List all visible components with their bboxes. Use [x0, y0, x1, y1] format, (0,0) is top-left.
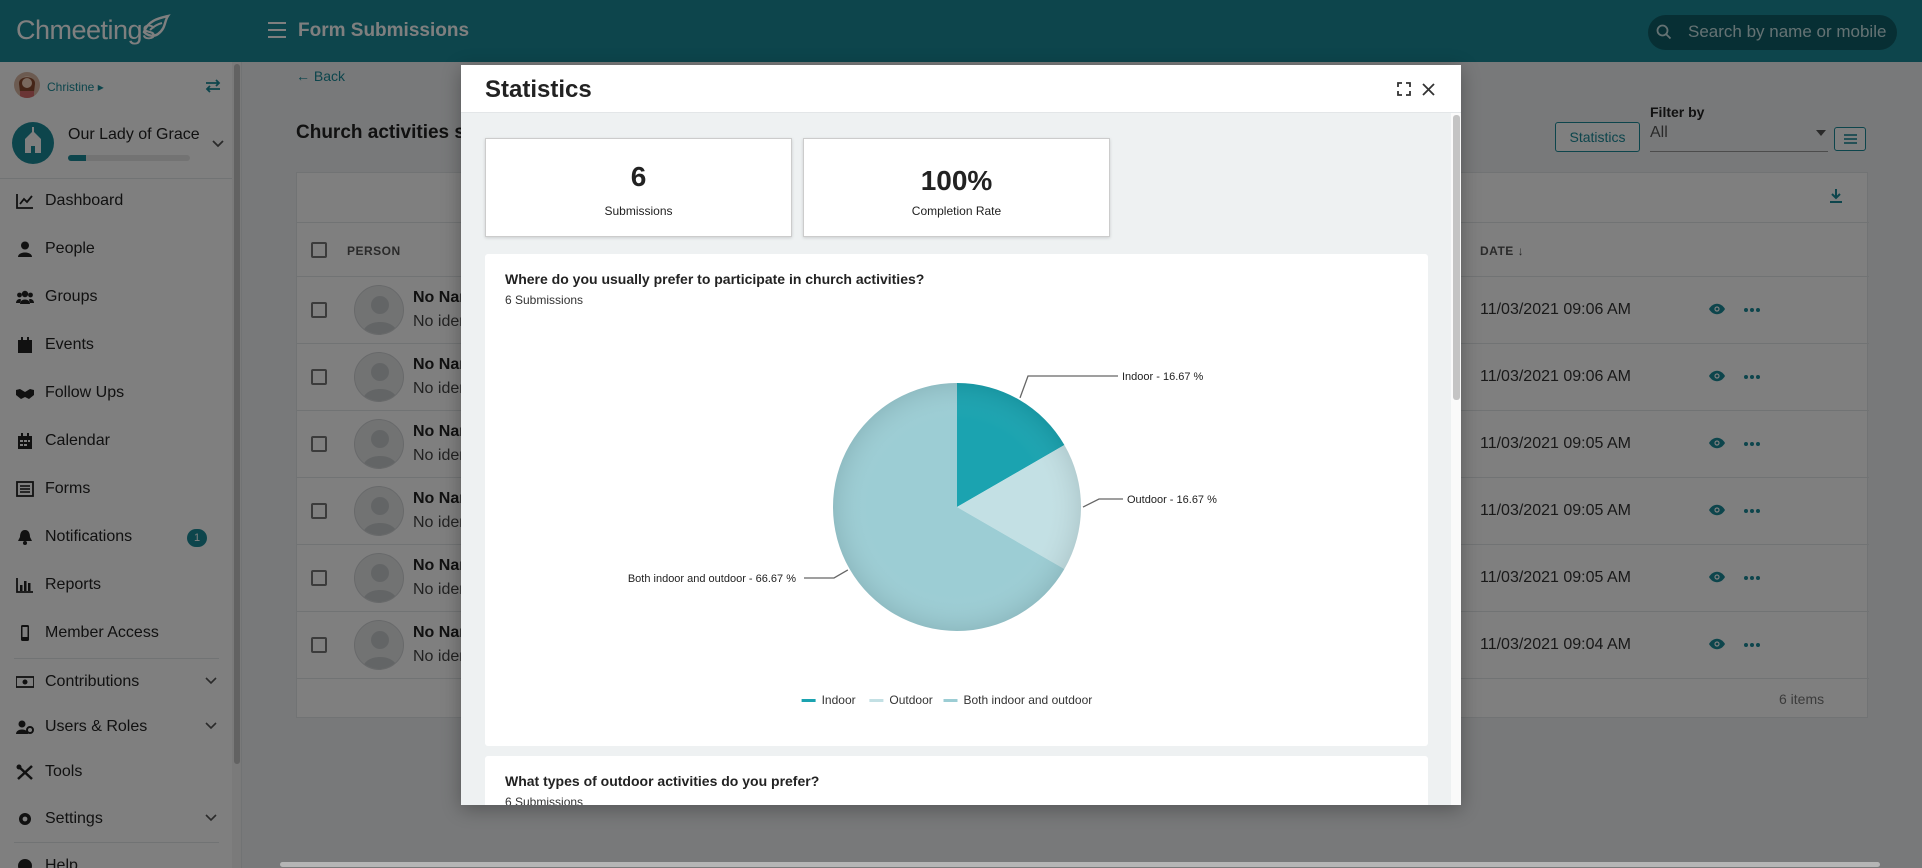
legend-item-indoor[interactable]: Indoor: [822, 693, 856, 707]
stat-card-submissions: 6 Submissions: [485, 138, 792, 237]
stat-label: Submissions: [604, 204, 673, 218]
legend-item-outdoor[interactable]: Outdoor: [889, 693, 932, 707]
data-label: Outdoor - 16.67 %: [1127, 494, 1217, 506]
question-card: What types of outdoor activities do you …: [485, 756, 1428, 805]
close-icon[interactable]: [1422, 83, 1435, 96]
stat-value: 100%: [920, 165, 993, 196]
expand-icon[interactable]: [1397, 82, 1411, 96]
legend-swatch: [801, 699, 816, 702]
pie-shading: [833, 383, 1081, 631]
question-title: What types of outdoor activities do you …: [505, 773, 820, 789]
data-label: Both indoor and outdoor - 66.67 %: [628, 573, 796, 585]
stat-value: 6: [630, 161, 647, 192]
stat-label: Completion Rate: [911, 204, 1002, 218]
stat-card-completion-rate: 100% Completion Rate: [803, 138, 1110, 237]
modal-title: Statistics: [485, 76, 592, 103]
horizontal-scrollbar[interactable]: [280, 862, 1880, 867]
modal-header: Statistics: [461, 65, 1461, 113]
leader-line: [804, 569, 849, 579]
leader-line: [1082, 498, 1123, 508]
legend-swatch: [869, 699, 884, 702]
statistics-modal: Statistics 6 Submissions 100% Completion…: [461, 65, 1461, 805]
question-card: Where do you usually prefer to participa…: [485, 254, 1428, 746]
data-label: Indoor - 16.67 %: [1122, 371, 1204, 383]
pie-chart: Indoor - 16.67 % Outdoor - 16.67 % Both in…: [628, 371, 1217, 707]
leader-line: [1019, 375, 1119, 399]
legend-item-both-indoor-and-outdoor[interactable]: Both indoor and outdoor: [964, 693, 1093, 707]
question-submissions: 6 Submissions: [505, 795, 584, 805]
legend-swatch: [943, 699, 958, 702]
modal-scrollbar-thumb[interactable]: [1453, 115, 1460, 400]
